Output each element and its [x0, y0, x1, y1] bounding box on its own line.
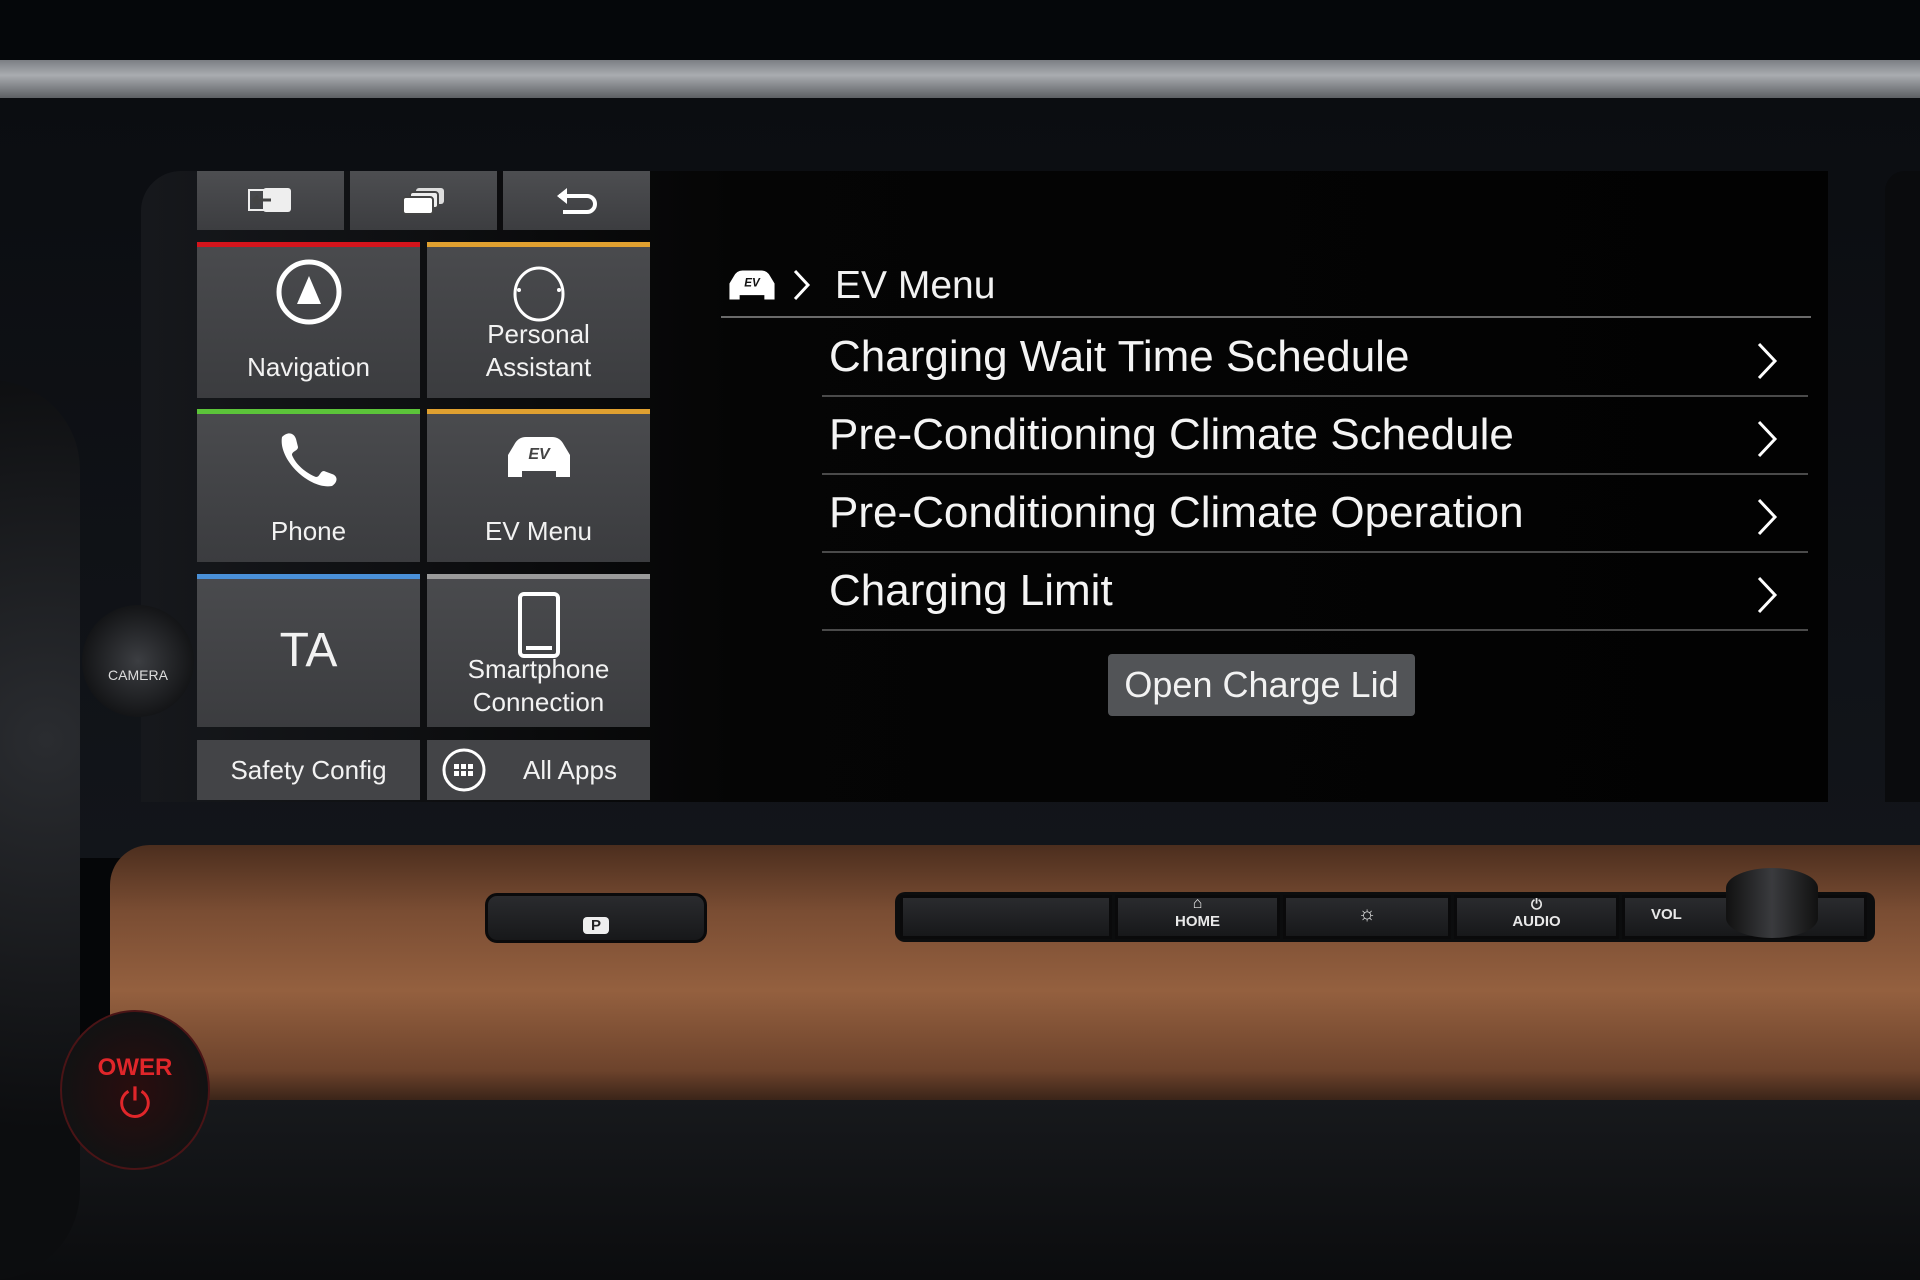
- brightness-icon: ☼: [1357, 902, 1377, 925]
- accent-bar: [427, 574, 650, 579]
- all-apps-label: All Apps: [523, 754, 617, 785]
- breadcrumb: EV EV Menu: [721, 258, 1811, 318]
- back-button[interactable]: [503, 171, 650, 230]
- volume-label: VOL: [1651, 905, 1682, 923]
- screen-switch-button[interactable]: [197, 171, 344, 230]
- safety-config-button[interactable]: Safety Config: [197, 740, 420, 800]
- chevron-right-icon: [1757, 498, 1778, 536]
- side-screen: [1885, 171, 1920, 802]
- lower-console: [0, 1100, 1920, 1280]
- tile-ta[interactable]: TA: [197, 574, 420, 727]
- tile-label: Smartphone Connection: [467, 654, 610, 717]
- tile-phone[interactable]: Phone: [197, 409, 420, 562]
- park-button[interactable]: P: [485, 893, 707, 943]
- trim-strip: [0, 60, 1920, 98]
- page-title: EV Menu: [835, 264, 996, 307]
- power-icon: ⏻: [1530, 896, 1543, 912]
- ev-car-icon[interactable]: EV: [728, 268, 776, 302]
- accent-bar: [197, 409, 420, 414]
- ev-car-icon: EV: [507, 437, 570, 477]
- accent-bar: [197, 242, 420, 247]
- menu-item-label: Pre-Conditioning Climate Operation: [829, 488, 1524, 537]
- menu-item-label: Pre-Conditioning Climate Schedule: [829, 410, 1514, 459]
- screen-switch-icon: [247, 187, 291, 212]
- audio-button[interactable]: ⏻ AUDIO: [1454, 895, 1619, 939]
- camera-label: CAMERA: [108, 667, 168, 683]
- svg-text:EV: EV: [744, 276, 761, 289]
- camera-button[interactable]: CAMERA: [82, 605, 194, 717]
- chevron-right-icon: [1757, 342, 1778, 380]
- home-button[interactable]: ⌂ HOME: [1115, 895, 1280, 939]
- park-label: P: [582, 917, 609, 934]
- chevron-right-icon: [793, 269, 811, 301]
- multitask-button[interactable]: [350, 171, 497, 230]
- all-apps-button[interactable]: All Apps: [427, 740, 650, 800]
- accent-bar: [427, 242, 650, 247]
- open-charge-lid-label: Open Charge Lid: [1124, 664, 1399, 705]
- tile-label: EV Menu: [485, 516, 592, 546]
- brightness-button[interactable]: ☼: [1283, 895, 1451, 939]
- menu-item-label: Charging Wait Time Schedule: [829, 332, 1410, 381]
- menu-item-charging-wait-time-schedule[interactable]: Charging Wait Time Schedule: [822, 319, 1808, 397]
- apps-grid-icon: [442, 748, 486, 792]
- svg-text:EV: EV: [528, 446, 551, 463]
- safety-config-label: Safety Config: [230, 754, 387, 785]
- stacked-windows-icon: [401, 187, 444, 215]
- audio-label: AUDIO: [1512, 913, 1561, 930]
- tile-label: Personal Assistant: [485, 319, 592, 382]
- home-label: HOME: [1175, 913, 1220, 930]
- phone-handset-icon: [281, 433, 336, 487]
- tile-navigation[interactable]: Navigation: [197, 242, 420, 398]
- power-label: OWER: [97, 1053, 173, 1081]
- nfc-pad: [900, 895, 1112, 939]
- steering-wheel: [0, 380, 80, 1280]
- tile-ev-menu[interactable]: EV EV Menu: [427, 409, 650, 562]
- tile-smartphone-connection[interactable]: Smartphone Connection: [427, 574, 650, 727]
- background-top: [0, 0, 1920, 62]
- assistant-circle-icon: [513, 266, 564, 322]
- tile-label: Navigation: [247, 352, 370, 382]
- menu-item-charging-limit[interactable]: Charging Limit: [822, 553, 1808, 631]
- chevron-right-icon: [1757, 420, 1778, 458]
- navigation-compass-icon: [276, 259, 341, 325]
- menu-item-label: Charging Limit: [829, 566, 1113, 615]
- open-charge-lid-button[interactable]: Open Charge Lid: [1108, 654, 1415, 716]
- wood-dashboard: [110, 845, 1920, 1110]
- menu-item-pre-conditioning-climate-schedule[interactable]: Pre-Conditioning Climate Schedule: [822, 397, 1808, 475]
- power-icon: ⏻: [119, 1081, 151, 1126]
- tile-label: Phone: [270, 516, 347, 546]
- chevron-right-icon: [1757, 576, 1778, 614]
- tile-label: TA: [279, 624, 338, 677]
- volume-knob[interactable]: [1726, 868, 1818, 938]
- accent-bar: [197, 574, 420, 579]
- power-button[interactable]: OWER ⏻: [60, 1010, 210, 1170]
- home-icon: ⌂: [1192, 895, 1203, 912]
- smartphone-icon: [517, 592, 560, 658]
- accent-bar: [427, 409, 650, 414]
- back-arrow-icon: [556, 187, 597, 214]
- tile-personal-assistant[interactable]: Personal Assistant: [427, 242, 650, 398]
- menu-item-pre-conditioning-climate-operation[interactable]: Pre-Conditioning Climate Operation: [822, 475, 1808, 553]
